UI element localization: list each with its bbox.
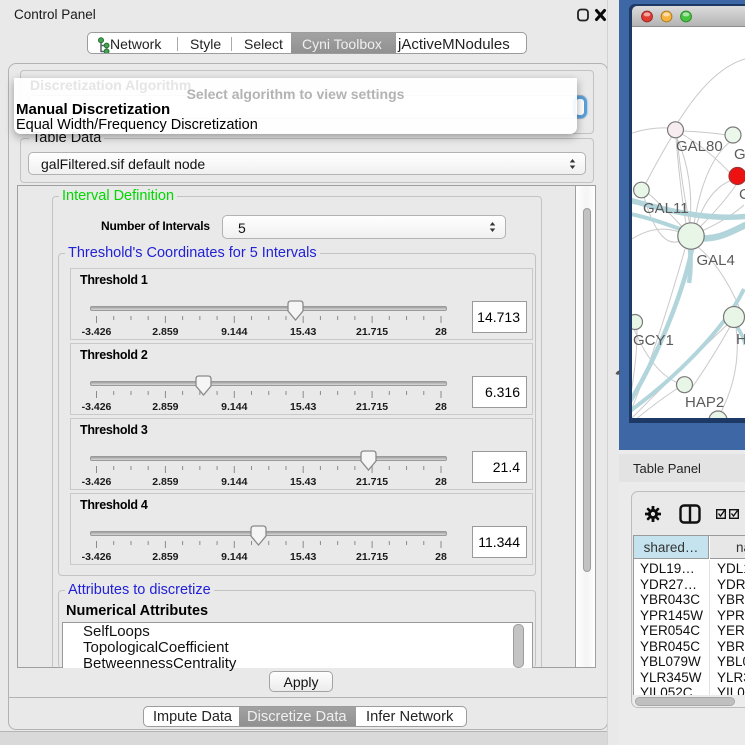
svg-text:H: H: [736, 331, 745, 348]
svg-text:GCY1: GCY1: [633, 332, 674, 349]
svg-text:GAL80: GAL80: [676, 138, 723, 155]
svg-text:GA: GA: [734, 146, 745, 163]
svg-text:HAP2: HAP2: [685, 394, 724, 411]
svg-text:C: C: [739, 186, 745, 203]
svg-text:GAL11: GAL11: [643, 200, 689, 217]
svg-text:GAL4: GAL4: [697, 252, 735, 269]
